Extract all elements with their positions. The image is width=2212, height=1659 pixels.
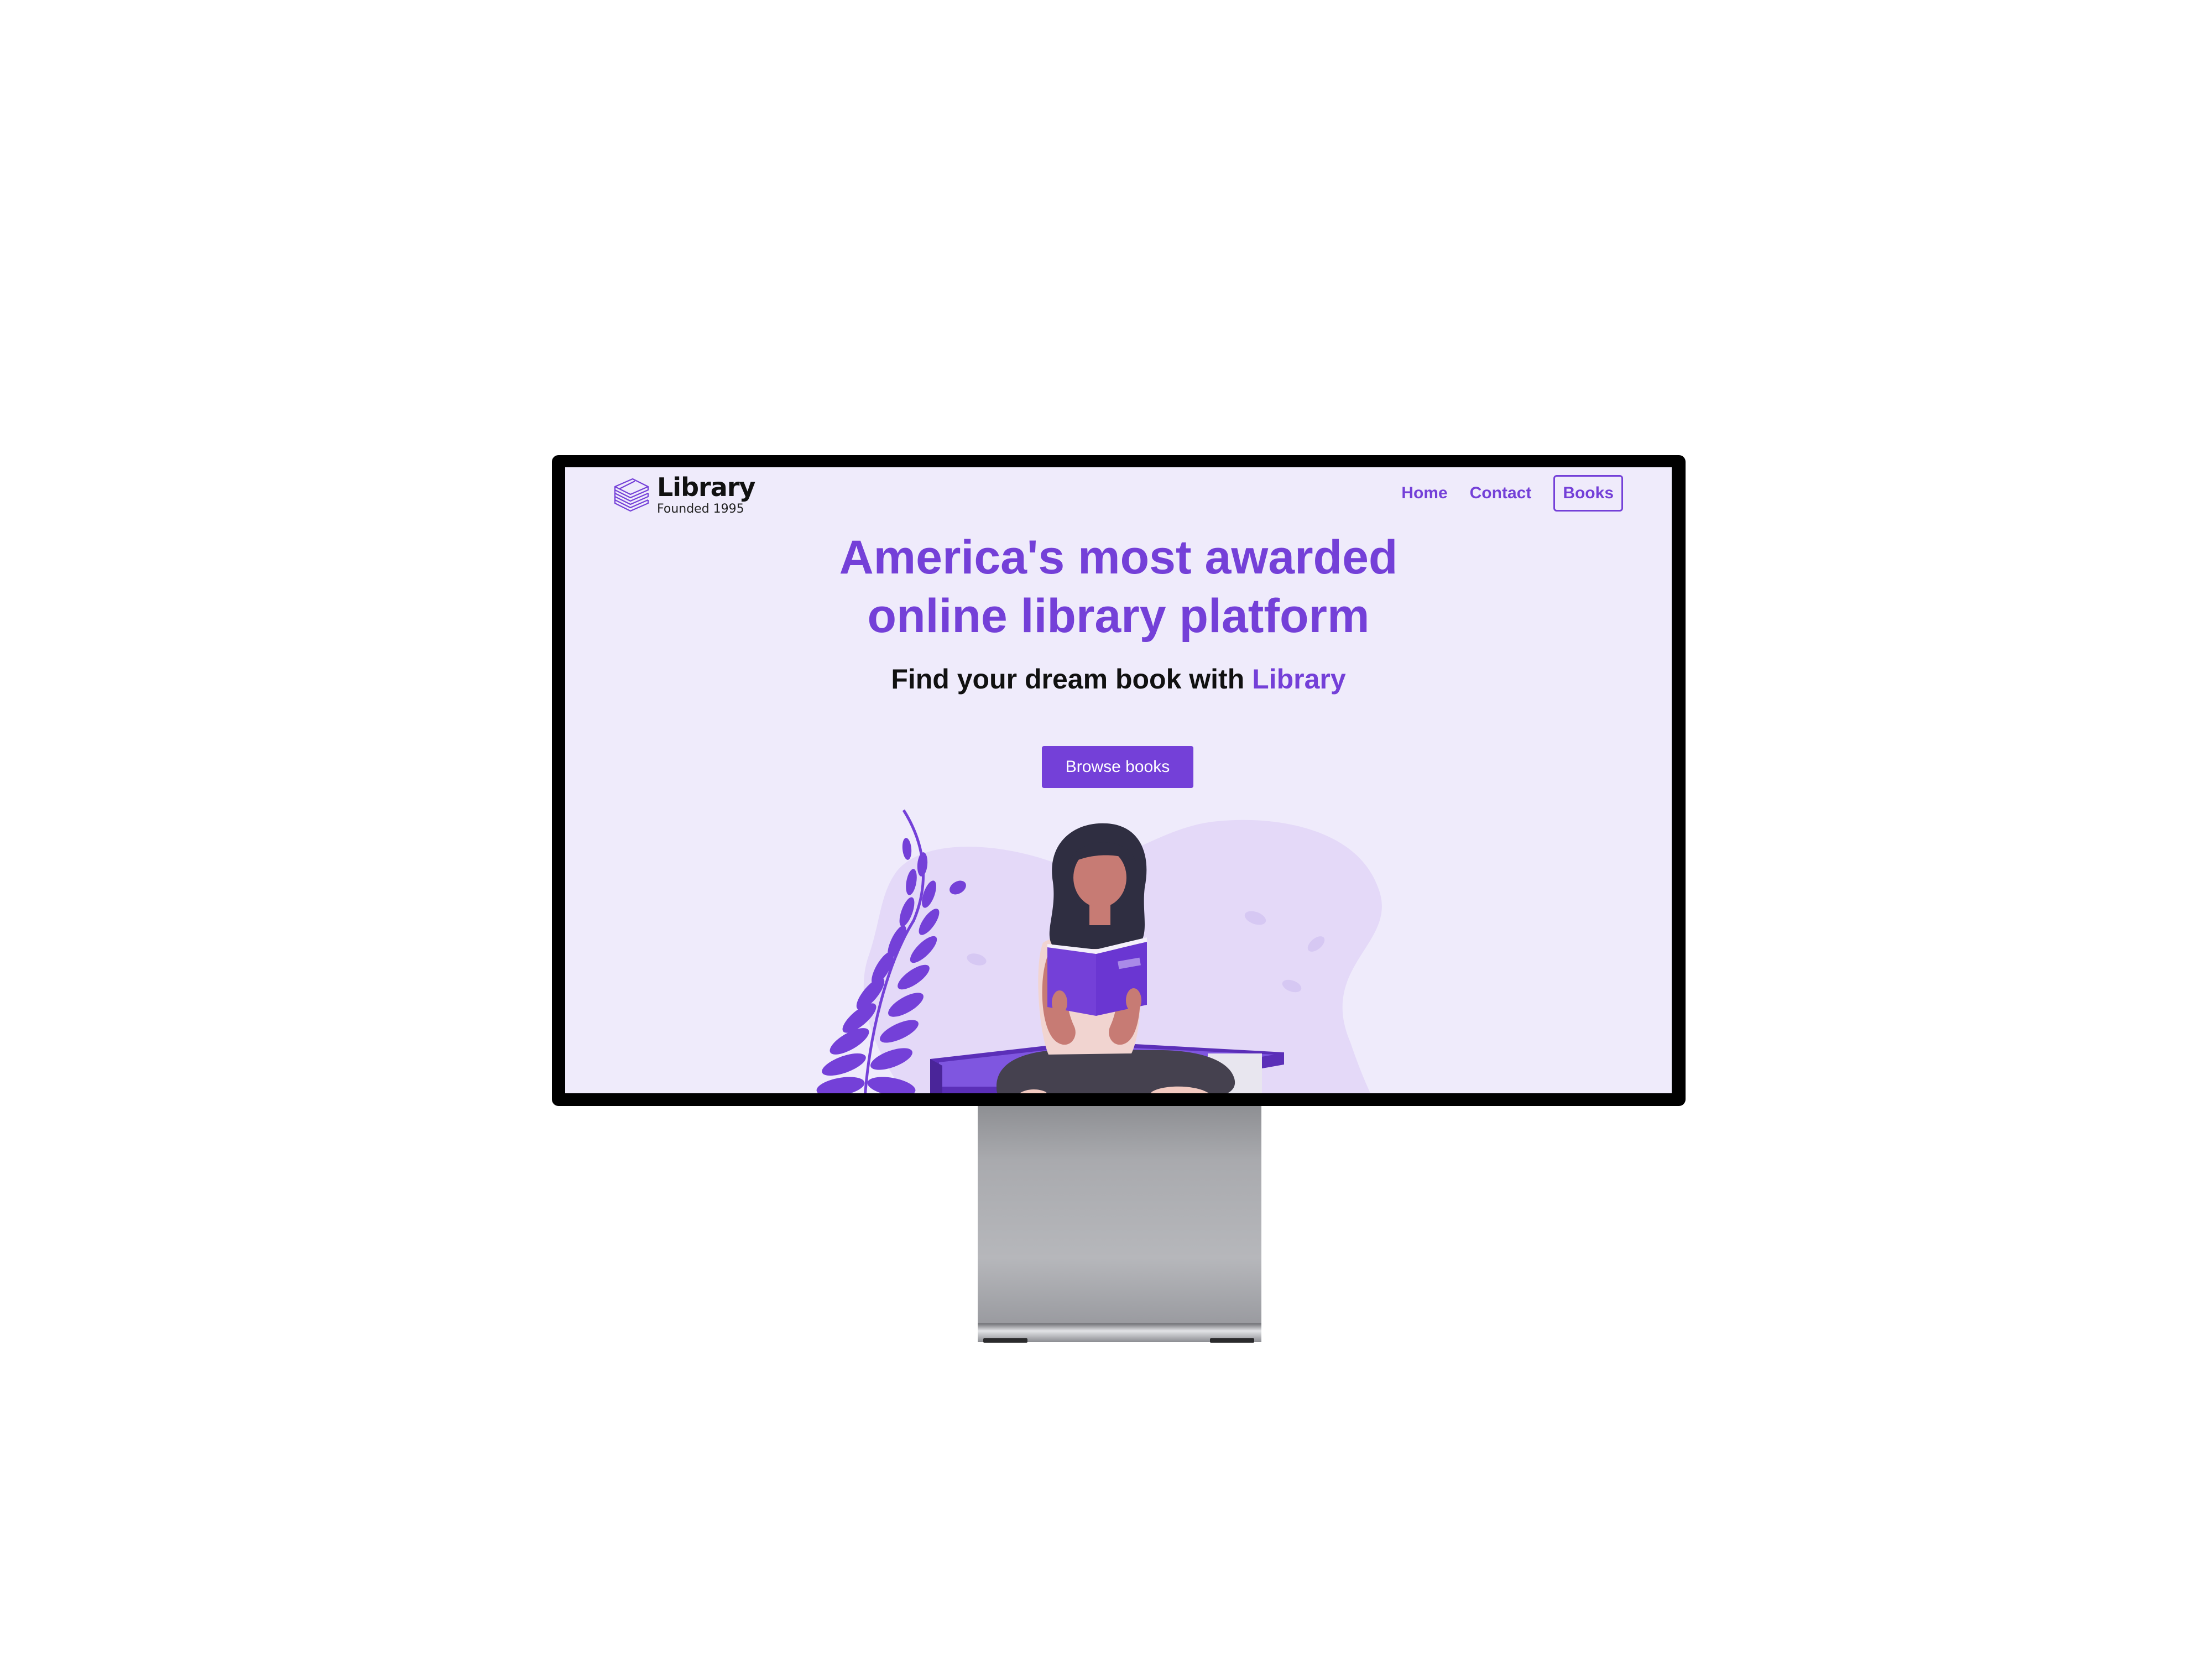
brand-name: Library — [657, 472, 755, 502]
hero-title: America's most awarded online library pl… — [565, 528, 1672, 645]
monitor-stand — [978, 1106, 1261, 1323]
brand-logo[interactable]: Library Founded 1995 — [612, 472, 755, 518]
top-navigation: Home Contact Books — [1401, 475, 1623, 512]
stand-foot-left — [983, 1338, 1027, 1343]
monitor-bezel: Library Founded 1995 Home Contact Books … — [552, 455, 1686, 1106]
hero-title-line-2: online library platform — [867, 589, 1370, 643]
brand-tagline: Founded 1995 — [657, 502, 744, 516]
hero-subtitle-brand: Library — [1252, 664, 1346, 695]
hero-title-line-1: America's most awarded — [839, 531, 1398, 584]
nav-contact-link[interactable]: Contact — [1470, 484, 1532, 503]
website-screen: Library Founded 1995 Home Contact Books … — [565, 467, 1672, 1093]
nav-books-button[interactable]: Books — [1553, 475, 1623, 512]
reading-woman-illustration — [816, 809, 1382, 1093]
hero-subtitle-text: Find your dream book with — [891, 664, 1253, 695]
browse-books-button[interactable]: Browse books — [1042, 746, 1193, 788]
hero-subtitle: Find your dream book with Library — [565, 663, 1672, 695]
nav-home-link[interactable]: Home — [1401, 484, 1447, 503]
stacked-books-icon — [614, 478, 649, 512]
stand-foot-right — [1210, 1338, 1254, 1343]
